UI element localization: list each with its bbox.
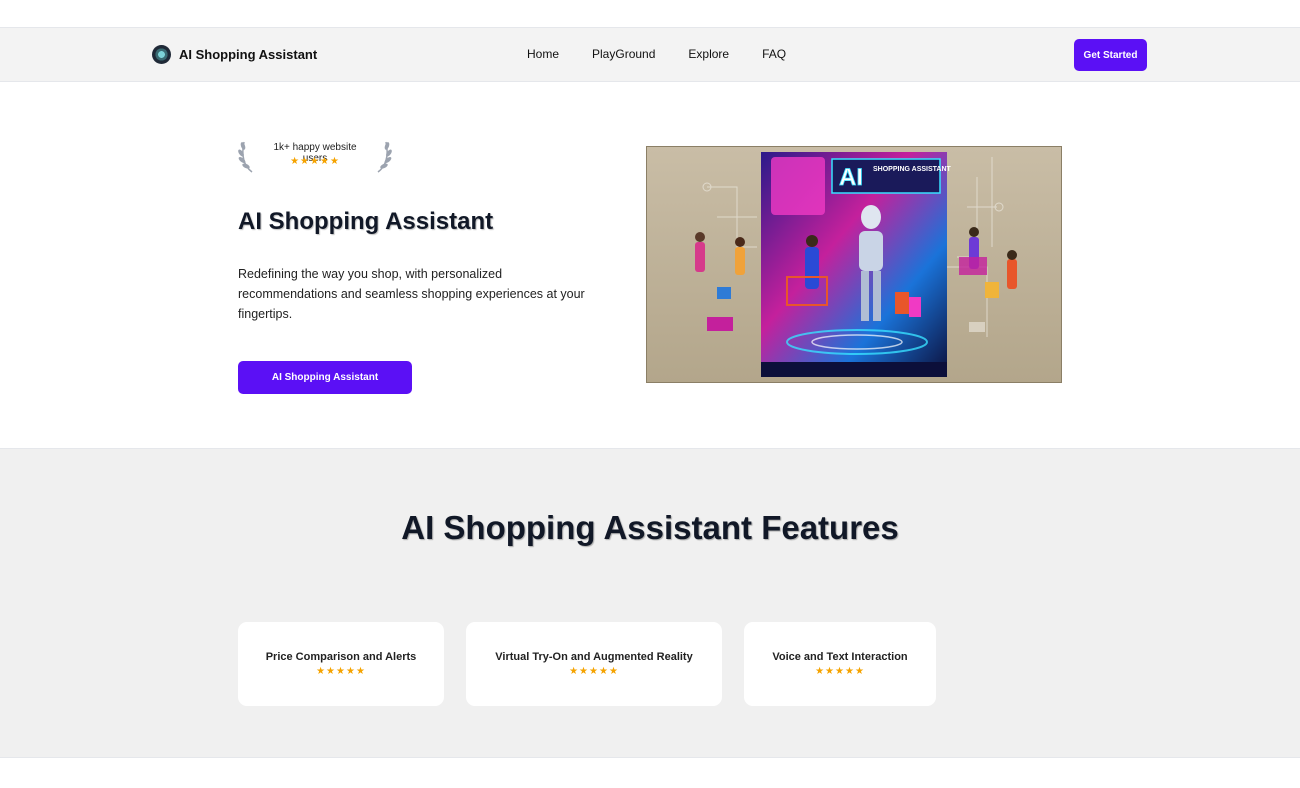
brand[interactable]: AI Shopping Assistant bbox=[152, 45, 317, 64]
feature-card-stars: ★★★★★ bbox=[569, 666, 619, 677]
feature-card-stars: ★★★★★ bbox=[316, 666, 366, 677]
feature-card-stars: ★★★★★ bbox=[815, 666, 865, 677]
nav-home[interactable]: Home bbox=[527, 47, 559, 61]
brand-name: AI Shopping Assistant bbox=[179, 47, 318, 62]
poster-title: AI bbox=[839, 164, 863, 191]
get-started-button[interactable]: Get Started bbox=[1074, 39, 1147, 71]
hero-section: 1k+ happy website users ★★★★★ AI Shoppin… bbox=[0, 82, 1300, 448]
features-section: AI Shopping Assistant Features Price Com… bbox=[0, 448, 1300, 758]
hero-description: Redefining the way you shop, with person… bbox=[238, 267, 585, 321]
brand-logo-icon bbox=[152, 45, 171, 64]
poster-subtitle: SHOPPING ASSISTANT bbox=[873, 166, 952, 173]
laurel-right-icon bbox=[377, 141, 392, 173]
laurel-left-icon bbox=[238, 141, 253, 173]
nav-explore[interactable]: Explore bbox=[688, 47, 729, 61]
feature-card-voice-text[interactable]: Voice and Text Interaction ★★★★★ bbox=[744, 622, 936, 706]
users-badge: 1k+ happy website users ★★★★★ bbox=[238, 136, 392, 174]
hero-cta-button[interactable]: AI Shopping Assistant bbox=[238, 361, 412, 394]
nav-playground[interactable]: PlayGround bbox=[592, 47, 655, 61]
feature-card-title: Voice and Text Interaction bbox=[772, 651, 908, 663]
nav-faq[interactable]: FAQ bbox=[762, 47, 786, 61]
feature-card-price-comparison[interactable]: Price Comparison and Alerts ★★★★★ bbox=[238, 622, 444, 706]
navbar: AI Shopping Assistant Home PlayGround Ex… bbox=[0, 28, 1300, 82]
hero-title: AI Shopping Assistant bbox=[238, 208, 494, 235]
top-strip bbox=[0, 0, 1300, 28]
feature-card-title: Price Comparison and Alerts bbox=[265, 651, 417, 663]
feature-card-title: Virtual Try-On and Augmented Reality bbox=[495, 651, 693, 663]
hero-illustration: AI SHOPPING ASSISTANT bbox=[695, 152, 1017, 377]
badge-stars: ★★★★★ bbox=[290, 156, 340, 167]
hero-image: AI SHOPPING ASSISTANT bbox=[646, 146, 1062, 383]
feature-card-virtual-try-on[interactable]: Virtual Try-On and Augmented Reality ★★★… bbox=[466, 622, 722, 706]
features-title: AI Shopping Assistant Features bbox=[401, 509, 899, 546]
nav-links: Home PlayGround Explore FAQ bbox=[527, 47, 786, 61]
